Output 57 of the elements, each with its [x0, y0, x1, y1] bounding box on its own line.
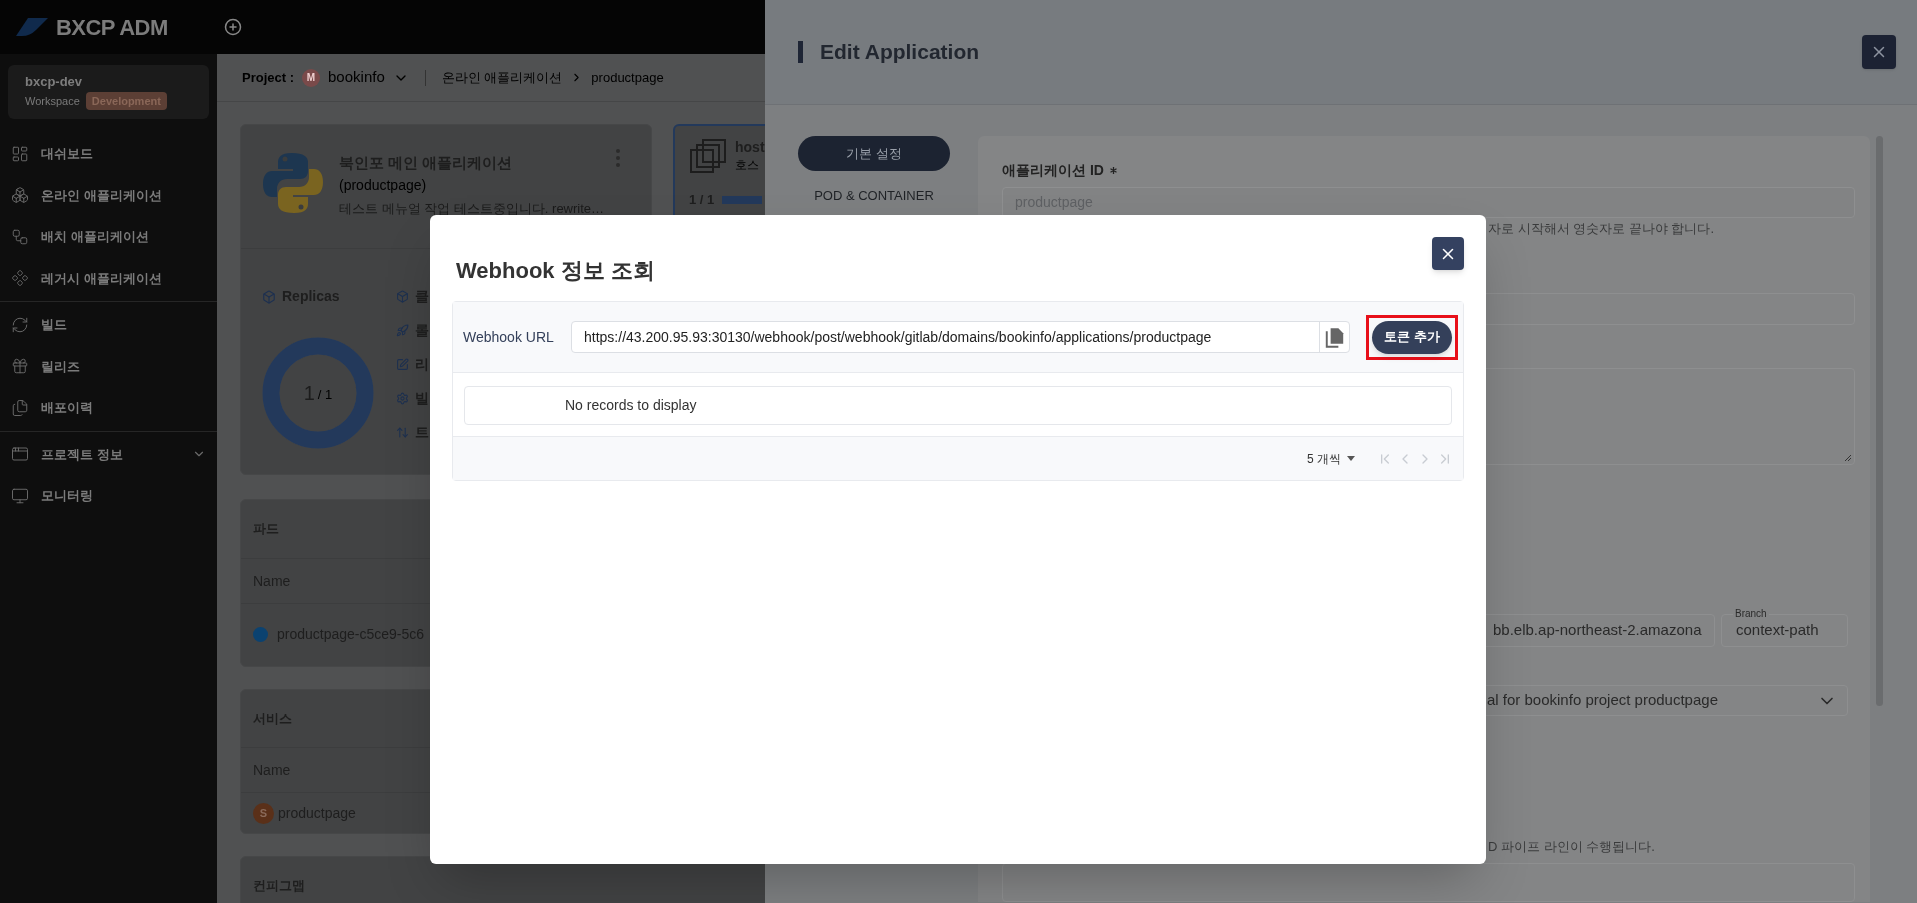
- window-icon: [11, 445, 29, 464]
- field-label: 애플리케이션 ID: [1002, 161, 1104, 180]
- add-token-button[interactable]: 토큰 추가: [1372, 320, 1452, 354]
- cube-icon: [396, 290, 409, 303]
- application-subtitle: (productpage): [339, 176, 428, 195]
- brand-name: BXCP ADM: [56, 13, 168, 42]
- drawer-title: Edit Application: [820, 39, 981, 66]
- sort-icon: [396, 426, 409, 439]
- webhook-url-field[interactable]: https://43.200.95.93:30130/webhook/post/webhook/gitlab/domains/bookinfo/applications/productpage: [571, 321, 1350, 353]
- dialog-title: Webhook 정보 조회: [456, 257, 656, 285]
- close-button[interactable]: [1432, 237, 1464, 270]
- text-field[interactable]: [1002, 863, 1855, 902]
- blocks-icon: [11, 186, 29, 205]
- sidebar-item[interactable]: 배포이력: [0, 387, 217, 429]
- project-label: Project :: [242, 68, 294, 87]
- project-avatar: M: [302, 68, 320, 87]
- add-icon[interactable]: [224, 18, 242, 36]
- sidebar-item[interactable]: 빌드: [0, 304, 217, 346]
- sidebar-item[interactable]: 프로젝트 정보: [0, 433, 217, 475]
- logo-icon: [16, 18, 48, 36]
- sidebar-item[interactable]: 릴리즈: [0, 345, 217, 387]
- monitor-icon: [11, 486, 29, 505]
- sidebar-item[interactable]: 온라인 애플리케이션: [0, 174, 217, 216]
- sidebar-item[interactable]: 배치 애플리케이션: [0, 216, 217, 258]
- edit-icon: [396, 358, 409, 371]
- breadcrumb-item: productpage: [591, 68, 664, 87]
- workflow-icon: [11, 227, 29, 246]
- breadcrumb-item[interactable]: 온라인 애플리케이션: [441, 67, 563, 88]
- sidebar-item[interactable]: 모니터링: [0, 475, 217, 517]
- settings-icon: [396, 392, 409, 405]
- dashboard-icon: [11, 144, 29, 163]
- workspace-name: bxcp-dev: [25, 73, 84, 90]
- sidebar-item[interactable]: 대쉬보드: [0, 133, 217, 175]
- stack-icon: [689, 138, 727, 176]
- workspace-label: Workspace: [25, 93, 80, 109]
- help-text: 자로 시작해서 영숫자로 끝나야 합니다.: [1488, 220, 1715, 239]
- python-logo: [263, 152, 323, 214]
- url-label: Webhook URL: [463, 327, 555, 347]
- nav-tab[interactable]: POD & CONTAINER: [798, 185, 950, 207]
- help-text: D 파이프 라인이 수행됩니다.: [1488, 837, 1655, 856]
- title-accent-bar: [798, 41, 803, 63]
- files-icon: [11, 398, 29, 417]
- project-select[interactable]: bookinfo: [328, 66, 409, 89]
- caret-icon: [1347, 456, 1355, 461]
- service-badge: S: [253, 802, 274, 824]
- cube-icon: [262, 289, 276, 304]
- refresh-icon: [11, 315, 29, 334]
- resize-handle-icon[interactable]: [1844, 453, 1852, 462]
- sidebar-item[interactable]: 레거시 애플리케이션: [0, 257, 217, 299]
- component-icon: [11, 269, 29, 288]
- page-size-select[interactable]: 5 개씩: [1307, 449, 1355, 468]
- rocket-icon: [396, 324, 409, 337]
- replicas-total: / 1: [317, 386, 333, 405]
- empty-message: No records to display: [565, 396, 697, 415]
- nav-tab[interactable]: 기본 설정: [798, 136, 950, 171]
- host-subtitle: 호스: [735, 157, 760, 174]
- gift-icon: [11, 357, 29, 376]
